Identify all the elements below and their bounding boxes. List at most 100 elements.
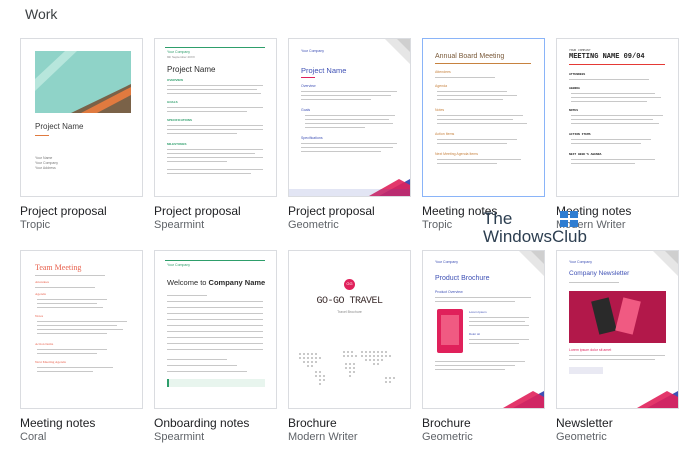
- template-card-project-proposal-geometric[interactable]: Your Company Project Name Overview Goals…: [288, 38, 411, 231]
- template-thumbnail[interactable]: GG GO-GO TRAVEL Travel Brochure: [288, 250, 411, 409]
- watermark-logo-icon: [560, 211, 578, 227]
- text-line: [571, 163, 635, 164]
- text-line: [167, 125, 263, 126]
- text-line: [437, 119, 513, 120]
- preview-divider: [35, 135, 49, 136]
- template-thumbnail[interactable]: Your Company 9th September 20XX Project …: [154, 38, 277, 197]
- template-thumbnail[interactable]: Project Name Your Name Your Company Your…: [20, 38, 143, 197]
- template-thumbnail[interactable]: Annual Board Meeting Attendees Agenda No…: [422, 38, 545, 197]
- text-line: [167, 331, 263, 332]
- template-card-meeting-notes-tropic[interactable]: Annual Board Meeting Attendees Agenda No…: [422, 38, 545, 231]
- template-thumbnail[interactable]: Your Company Project Name Overview Goals…: [288, 38, 411, 197]
- text-line: [167, 313, 263, 314]
- template-thumbnail[interactable]: Your Company Welcome to Company Name: [154, 250, 277, 409]
- text-line: [569, 282, 619, 283]
- preview-line: Your Name: [35, 156, 53, 160]
- preview-company: Your Company: [167, 263, 191, 267]
- template-card-project-proposal-tropic[interactable]: Project Name Your Name Your Company Your…: [20, 38, 143, 231]
- text-line: [571, 101, 647, 102]
- template-name: Onboarding notes: [154, 416, 250, 430]
- template-card-brochure-modern-writer[interactable]: GG GO-GO TRAVEL Travel Brochure Brochure…: [288, 250, 411, 443]
- preview-heading-prefix: Welcome to: [167, 278, 209, 287]
- text-line: [167, 359, 227, 360]
- text-line: [571, 159, 655, 160]
- watermark-line-2: WindowsClub: [483, 226, 587, 246]
- preview-heading-bold: Company Name: [208, 278, 266, 287]
- text-line: [435, 77, 495, 78]
- preview-section: Attendees: [35, 280, 49, 284]
- preview-section: Lorem Ipsum: [469, 310, 487, 314]
- text-line: [571, 123, 659, 124]
- text-line: [437, 143, 507, 144]
- text-line: [167, 107, 263, 108]
- preview-line: Your Address: [35, 166, 56, 170]
- template-card-brochure-geometric[interactable]: Your Company Product Brochure Product Ov…: [422, 250, 545, 443]
- preview-divider: [435, 63, 531, 64]
- text-line: [437, 115, 523, 116]
- section-title: Work: [25, 6, 58, 22]
- preview-company: Your Company: [435, 260, 459, 264]
- text-line: [167, 133, 237, 134]
- text-line: [37, 307, 103, 308]
- preview-section: ACTION ITEMS: [569, 133, 591, 136]
- preview-section: OVERVIEW: [167, 78, 184, 82]
- template-style: Spearmint: [154, 219, 205, 231]
- text-line: [571, 139, 651, 140]
- text-line: [37, 329, 123, 330]
- preview-callout: [167, 379, 265, 387]
- preview-heading: Project Name: [167, 65, 216, 74]
- preview-section: Dolor sit: [469, 332, 481, 336]
- preview-section: NEXT WEEK'S AGENDA: [569, 153, 602, 156]
- preview-heading: GO-GO TRAVEL: [316, 296, 383, 307]
- text-line: [167, 349, 263, 350]
- text-line: [301, 95, 391, 96]
- text-line: [37, 349, 107, 350]
- template-style: Geometric: [288, 219, 339, 231]
- text-line: [167, 161, 227, 162]
- text-line: [301, 151, 381, 152]
- template-card-meeting-notes-coral[interactable]: Team Meeting Attendees Agenda Notes Acti…: [20, 250, 143, 443]
- text-line: [301, 91, 397, 92]
- text-line: [301, 99, 371, 100]
- preview-section: MILESTONES: [167, 142, 187, 146]
- template-thumbnail[interactable]: Team Meeting Attendees Agenda Notes Acti…: [20, 250, 143, 409]
- template-thumbnail[interactable]: YOUR COMPANY MEETING NAME 09/04 ATTENDEE…: [556, 38, 679, 197]
- template-name: Project proposal: [154, 204, 241, 218]
- tropic-header-art: [21, 39, 142, 119]
- text-line: [437, 95, 517, 96]
- preview-company: Your Company: [569, 260, 593, 264]
- text-line: [35, 287, 95, 288]
- template-thumbnail[interactable]: Your Company Product Brochure Product Ov…: [422, 250, 545, 409]
- template-card-onboarding-notes-spearmint[interactable]: Your Company Welcome to Company Name Onb…: [154, 250, 277, 443]
- template-name: Meeting notes: [20, 416, 96, 430]
- preview-line: Your Company: [35, 161, 59, 165]
- text-line: [167, 149, 263, 150]
- template-card-newsletter-geometric[interactable]: Your Company Company Newsletter Lorem ip…: [556, 250, 679, 443]
- text-line: [167, 301, 263, 302]
- template-style: Geometric: [422, 431, 473, 443]
- preview-rule: [165, 260, 265, 261]
- preview-section: Next Meeting Agenda Items: [435, 152, 478, 156]
- text-line: [469, 343, 519, 344]
- template-card-meeting-notes-modern-writer[interactable]: YOUR COMPANY MEETING NAME 09/04 ATTENDEE…: [556, 38, 679, 231]
- template-thumbnail[interactable]: Your Company Company Newsletter Lorem ip…: [556, 250, 679, 409]
- text-line: [167, 85, 263, 86]
- preview-heading: Project Name: [35, 122, 84, 131]
- template-name: Brochure: [288, 416, 337, 430]
- preview-section: Notes: [35, 314, 44, 318]
- text-line: [437, 91, 507, 92]
- template-gallery: Project Name Your Name Your Company Your…: [20, 38, 692, 459]
- template-name: Project proposal: [288, 204, 375, 218]
- template-style: Geometric: [556, 431, 607, 443]
- text-line: [569, 355, 665, 356]
- text-line: [435, 361, 525, 362]
- preview-button: [569, 367, 603, 374]
- template-style: Tropic: [20, 219, 51, 231]
- template-card-project-proposal-spearmint[interactable]: Your Company 9th September 20XX Project …: [154, 38, 277, 231]
- preview-heading: MEETING NAME 09/04: [569, 53, 645, 61]
- preview-divider: [569, 64, 665, 65]
- text-line: [301, 143, 397, 144]
- preview-heading: Product Brochure: [435, 275, 490, 282]
- text-line: [435, 301, 515, 302]
- preview-section: ATTENDEES: [569, 73, 586, 76]
